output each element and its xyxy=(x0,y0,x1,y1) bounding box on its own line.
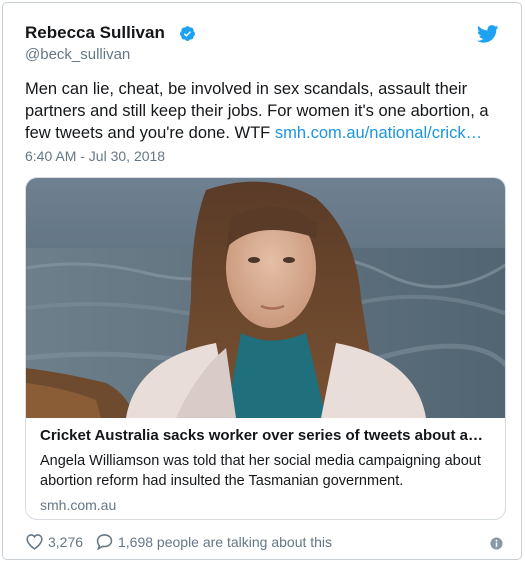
card-photo xyxy=(26,178,505,418)
card-title[interactable]: Cricket Australia sacks worker over seri… xyxy=(40,426,491,446)
like-count: 3,276 xyxy=(48,533,84,550)
speech-bubble-icon xyxy=(95,533,114,550)
card-description: Angela Williamson was told that her soci… xyxy=(40,453,481,489)
link-card[interactable]: Cricket Australia sacks worker over seri… xyxy=(25,177,506,520)
card-body: Cricket Australia sacks worker over seri… xyxy=(40,426,491,513)
tweet-link[interactable]: smh.com.au/national/crick… xyxy=(275,124,482,142)
tweet-footer: 3,276 1,698 people are talking about thi… xyxy=(25,533,503,555)
info-icon[interactable] xyxy=(490,537,503,550)
like-button[interactable]: 3,276 xyxy=(25,533,83,550)
talking-count: 1,698 people are talking about this xyxy=(118,533,333,550)
card-image xyxy=(26,178,505,418)
conversation-link[interactable]: 1,698 people are talking about this xyxy=(95,533,332,550)
tweet-text: Men can lie, cheat, be involved in sex s… xyxy=(25,78,495,144)
heart-icon xyxy=(25,533,44,550)
display-name[interactable]: Rebecca Sullivan xyxy=(25,23,165,43)
tweet-header: Rebecca Sullivan @beck_sullivan xyxy=(25,19,503,69)
user-handle[interactable]: @beck_sullivan xyxy=(25,46,130,63)
card-domain: smh.com.au xyxy=(40,497,117,513)
embedded-tweet: Rebecca Sullivan @beck_sullivan Men can … xyxy=(2,2,522,560)
verified-badge-icon xyxy=(179,25,196,42)
twitter-bird-icon[interactable] xyxy=(477,25,499,43)
tweet-timestamp[interactable]: 6:40 AM - Jul 30, 2018 xyxy=(25,148,165,164)
